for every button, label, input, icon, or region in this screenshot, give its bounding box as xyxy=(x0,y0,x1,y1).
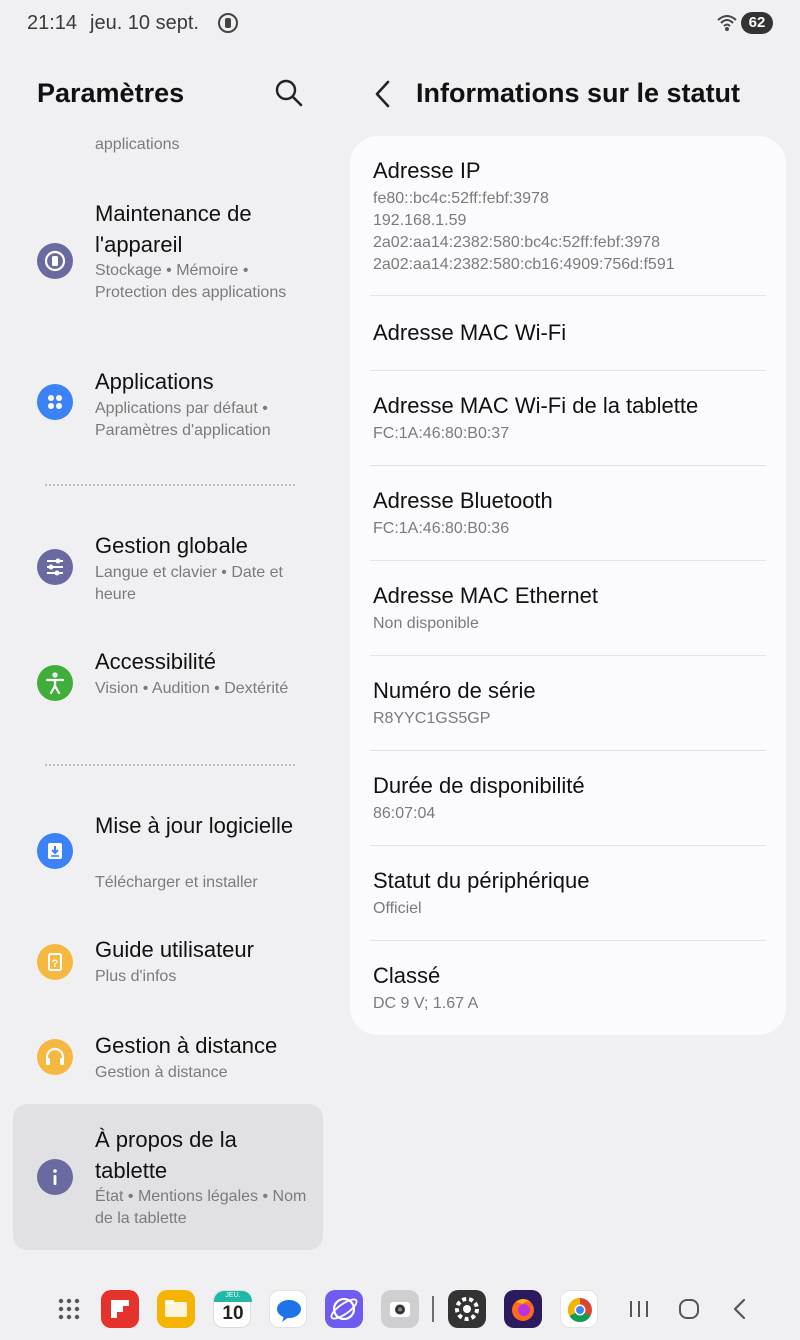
settings-item-applications[interactable]: Applications Applications par défaut • P… xyxy=(13,364,323,448)
search-icon[interactable] xyxy=(274,78,304,108)
svg-text:?: ? xyxy=(52,958,59,970)
dock-separator xyxy=(432,1296,434,1322)
back-arrow-icon[interactable] xyxy=(372,78,394,110)
settings-item-title: Applications xyxy=(95,369,214,394)
info-row-label: Classé xyxy=(373,963,441,988)
folder-icon[interactable] xyxy=(157,1290,195,1328)
recent-apps-icon[interactable] xyxy=(624,1294,654,1324)
info-row-bluetooth-address[interactable]: Adresse Bluetooth FC:1A:46:80:B0:36 xyxy=(370,466,766,561)
settings-item-subtitle: État • Mentions légales • Nom de la tabl… xyxy=(95,1188,307,1227)
settings-item-title: Accessibilité xyxy=(95,649,217,674)
settings-list-panel: Paramètres applications Maintenance de l… xyxy=(0,48,336,1260)
info-row-value: DC 9 V; 1.67 A xyxy=(373,995,479,1012)
settings-item-title: Guide utilisateur xyxy=(95,937,254,962)
info-row-value: 86:07:04 xyxy=(373,805,436,822)
software-update-icon xyxy=(37,833,73,869)
settings-item-software-update[interactable]: Mise à jour logicielle Télécharger et in… xyxy=(13,808,323,902)
headset-icon xyxy=(37,1039,73,1075)
status-date: jeu. 10 sept. xyxy=(90,12,199,34)
status-info-panel: Informations sur le statut Adresse IP fe… xyxy=(336,48,800,1260)
settings-item-title: À propos de la tablette xyxy=(95,1127,237,1183)
status-info-card: Adresse IP fe80::bc4c:52ff:febf:3978 192… xyxy=(350,136,786,1035)
info-icon xyxy=(37,1159,73,1195)
user-guide-icon: ? xyxy=(37,944,73,980)
section-divider xyxy=(45,764,295,766)
home-icon[interactable] xyxy=(674,1294,704,1324)
settings-item-subtitle: Langue et clavier • Date et heure xyxy=(95,564,283,603)
apps-icon xyxy=(37,384,73,420)
info-row-label: Adresse IP xyxy=(373,158,481,183)
flipboard-icon[interactable] xyxy=(101,1290,139,1328)
info-row-label: Adresse MAC Wi-Fi xyxy=(373,320,567,345)
status-time: 21:14 xyxy=(27,12,78,34)
chrome-icon[interactable] xyxy=(560,1290,598,1328)
cut-item-subtitle: applications xyxy=(95,136,180,153)
messages-icon[interactable] xyxy=(269,1290,307,1328)
screen-recorder-icon xyxy=(218,13,238,33)
firefox-icon[interactable] xyxy=(504,1290,542,1328)
info-row-ip-address[interactable]: Adresse IP fe80::bc4c:52ff:febf:3978 192… xyxy=(370,136,766,296)
info-row-wifi-mac[interactable]: Adresse MAC Wi-Fi xyxy=(370,296,766,371)
info-row-label: Adresse MAC Ethernet xyxy=(373,583,598,608)
app-drawer-icon[interactable] xyxy=(50,1290,88,1328)
internet-icon[interactable] xyxy=(325,1290,363,1328)
settings-item-about-tablet[interactable]: À propos de la tablette État • Mentions … xyxy=(13,1104,323,1250)
back-nav-icon[interactable] xyxy=(725,1294,755,1324)
info-row-ethernet-mac[interactable]: Adresse MAC Ethernet Non disponible xyxy=(370,561,766,656)
settings-item-device-maintenance[interactable]: Maintenance de l'appareil Stockage • Mém… xyxy=(13,196,323,336)
settings-item-title: Gestion globale xyxy=(95,533,248,558)
settings-item-subtitle: Applications par défaut • Paramètres d'a… xyxy=(95,400,271,439)
settings-item-accessibility[interactable]: Accessibilité Vision • Audition • Dextér… xyxy=(13,644,323,728)
info-row-serial-number[interactable]: Numéro de série R8YYC1GS5GP xyxy=(370,656,766,751)
info-row-label: Durée de disponibilité xyxy=(373,773,585,798)
info-row-value: FC:1A:46:80:B0:36 xyxy=(373,520,510,537)
info-row-device-status[interactable]: Statut du périphérique Officiel xyxy=(370,846,766,941)
camera-icon[interactable] xyxy=(381,1290,419,1328)
page-title: Informations sur le statut xyxy=(416,78,741,108)
settings-item-title: Maintenance de l'appareil xyxy=(95,201,252,257)
info-row-value: R8YYC1GS5GP xyxy=(373,710,491,727)
settings-item-title: Gestion à distance xyxy=(95,1033,278,1058)
info-row-value: Officiel xyxy=(373,900,422,917)
info-row-label: Statut du périphérique xyxy=(373,868,590,893)
info-row-tablet-wifi-mac[interactable]: Adresse MAC Wi-Fi de la tablette FC:1A:4… xyxy=(370,371,766,466)
info-row-uptime[interactable]: Durée de disponibilité 86:07:04 xyxy=(370,751,766,846)
settings-title: Paramètres xyxy=(37,78,185,108)
info-row-rated[interactable]: Classé DC 9 V; 1.67 A xyxy=(370,941,766,1035)
settings-item-user-guide[interactable]: ? Guide utilisateur Plus d'infos xyxy=(13,934,323,998)
calendar-day-label: JEU. xyxy=(225,1292,241,1299)
section-divider xyxy=(45,484,295,486)
sliders-icon xyxy=(37,549,73,585)
calendar-icon[interactable]: JEU. 10 xyxy=(213,1290,252,1328)
settings-item-subtitle: Stockage • Mémoire • Protection des appl… xyxy=(95,262,287,301)
taskbar: JEU. 10 xyxy=(0,1276,800,1340)
info-row-label: Numéro de série xyxy=(373,678,536,703)
battery-badge: 62 xyxy=(741,12,773,34)
info-row-value: fe80::bc4c:52ff:febf:3978 192.168.1.59 2… xyxy=(373,190,675,273)
device-maintenance-icon xyxy=(37,243,73,279)
settings-item-subtitle: Vision • Audition • Dextérité xyxy=(95,680,289,697)
calendar-day-number: 10 xyxy=(222,1303,244,1324)
info-row-label: Adresse Bluetooth xyxy=(373,488,553,513)
info-row-value: Non disponible xyxy=(373,615,479,632)
settings-item-general-management[interactable]: Gestion globale Langue et clavier • Date… xyxy=(13,528,323,612)
settings-icon[interactable] xyxy=(448,1290,486,1328)
accessibility-icon xyxy=(37,665,73,701)
settings-item-subtitle: Plus d'infos xyxy=(95,968,177,985)
info-row-label: Adresse MAC Wi-Fi de la tablette xyxy=(373,393,699,418)
wifi-icon xyxy=(717,15,737,31)
settings-item-title: Mise à jour logicielle xyxy=(95,813,294,838)
settings-item-subtitle: Télécharger et installer xyxy=(95,874,258,891)
settings-item-remote-management[interactable]: Gestion à distance Gestion à distance xyxy=(13,1030,323,1094)
settings-item-subtitle: Gestion à distance xyxy=(95,1064,228,1081)
info-row-value: FC:1A:46:80:B0:37 xyxy=(373,425,510,442)
status-bar: 21:14 jeu. 10 sept. 62 xyxy=(0,0,800,48)
